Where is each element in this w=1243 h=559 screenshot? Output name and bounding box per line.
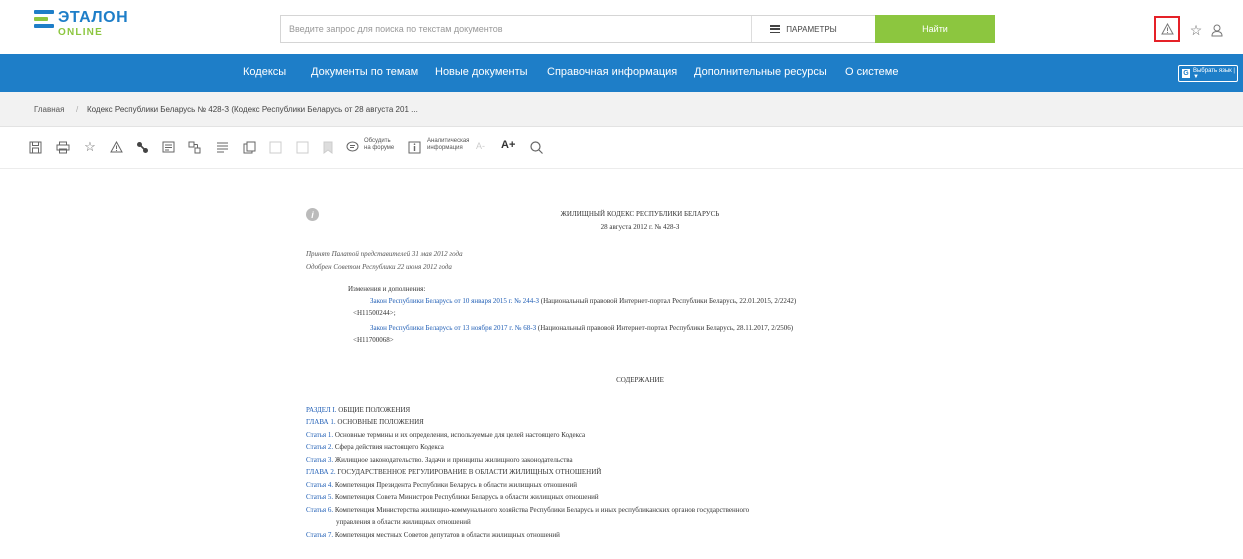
info-icon[interactable]: i [306,208,319,221]
warning-icon[interactable] [106,137,126,157]
main-nav: Кодексы Документы по темам Новые докумен… [0,54,1243,92]
warning-icon[interactable] [1154,16,1180,42]
toc-link[interactable]: РАЗДЕЛ I. [306,406,337,414]
toc-item: ГЛАВА 2. ГОСУДАРСТВЕННОЕ РЕГУЛИРОВАНИЕ В… [306,468,601,477]
nav-item-extra-resources[interactable]: Дополнительные ресурсы [694,66,827,78]
toc-text: Компетенция Президента Республики Белару… [333,481,578,489]
change-1: Закон Республики Беларусь от 10 января 2… [370,297,796,306]
change-1-text: (Национальный правовой Интернет-портал Р… [539,297,797,305]
language-selector[interactable]: G Выбрать язык | ▼ [1178,65,1238,82]
font-decrease-button: A- [476,141,485,151]
user-icon[interactable] [1206,19,1228,41]
search-icon[interactable] [526,137,546,157]
breadcrumb: Главная / Кодекс Республики Беларусь № 4… [0,92,1243,127]
nav-item-reference[interactable]: Справочная информация [547,66,677,78]
change-2-code: <H11700068> [353,336,394,344]
document-toolbar: ☆ Обсудить на форуме Аналитическая инфор… [0,127,1243,169]
nav-item-docs-by-topic[interactable]: Документы по темам [311,66,418,78]
toc-text: Жилищное законодательство. Задачи и прин… [333,456,573,464]
toc-item-continuation: управления в области жилищных отношений [336,518,471,526]
params-button[interactable]: ПАРАМЕТРЫ [751,16,855,42]
doc-title: ЖИЛИЩНЫЙ КОДЕКС РЕСПУБЛИКИ БЕЛАРУСЬ [560,210,720,218]
toc-link[interactable]: Статья 2. [306,443,333,451]
change-2-link[interactable]: Закон Республики Беларусь от 13 ноября 2… [370,324,536,332]
toc-text: ОБЩИЕ ПОЛОЖЕНИЯ [336,406,411,414]
logo-title: ЭТАЛОН [58,9,129,26]
toc-text: Компетенция Совета Министров Республики … [333,493,599,501]
forum-chat-icon[interactable] [342,137,362,157]
toc-item: Статья 1. Основные термины и их определе… [306,431,585,440]
nav-item-codes[interactable]: Кодексы [243,66,286,78]
change-1-code: <H11500244>; [353,309,396,317]
nav-item-new-docs[interactable]: Новые документы [435,66,528,78]
doc-adopted-line1: Принят Палатой представителей 31 мая 201… [306,250,463,258]
font-increase-button[interactable]: A+ [501,139,515,151]
toc-text: ГОСУДАРСТВЕННОЕ РЕГУЛИРОВАНИЕ В ОБЛАСТИ … [335,468,602,476]
contents-list-icon[interactable] [212,137,232,157]
etalon-logo[interactable]: ЭТАЛОН ONLINE [34,8,144,44]
forum-link[interactable]: Обсудить на форуме [364,138,394,152]
changes-header: Изменения и дополнения: [348,285,426,293]
doc-date-number: 28 августа 2012 г. № 428-З [600,223,680,231]
history-icon [292,137,312,157]
top-header: ЭТАЛОН ONLINE ПАРАМЕТРЫ Найти ☆ [0,0,1243,54]
toc-text: Сфера действия настоящего Кодекса [333,443,444,451]
toc-text: Компетенция Министерства жилищно-коммуна… [333,506,750,514]
nav-item-about[interactable]: О системе [845,66,898,78]
toc-item: Статья 5. Компетенция Совета Министров Р… [306,493,599,502]
logo-mark-icon [34,10,54,32]
change-1-link[interactable]: Закон Республики Беларусь от 10 января 2… [370,297,539,305]
toc-item: РАЗДЕЛ I. ОБЩИЕ ПОЛОЖЕНИЯ [306,406,410,415]
document-card-icon[interactable] [158,137,178,157]
toc-text: Основные термины и их определения, испол… [333,431,586,439]
compare-icon [265,137,285,157]
analytic-info-link[interactable]: Аналитическая информация [427,138,469,152]
star-icon[interactable]: ☆ [1185,19,1207,41]
toc-item: ГЛАВА 1. ОСНОВНЫЕ ПОЛОЖЕНИЯ [306,418,424,427]
save-icon[interactable] [25,137,45,157]
contents-title: СОДЕРЖАНИЕ [616,376,664,384]
toc-item: Статья 4. Компетенция Президента Республ… [306,481,577,490]
analytic-line2: информация [427,145,463,151]
toc-item: Статья 3. Жилищное законодательство. Зад… [306,456,573,465]
translate-icon: G [1182,69,1190,78]
change-2: Закон Республики Беларусь от 13 ноября 2… [370,324,793,333]
filter-icon [770,25,781,33]
toc-text: ОСНОВНЫЕ ПОЛОЖЕНИЯ [335,418,424,426]
params-label: ПАРАМЕТРЫ [786,24,837,34]
bookmark-star-icon[interactable]: ☆ [80,137,100,157]
find-button[interactable]: Найти [875,15,995,43]
breadcrumb-current: Кодекс Республики Беларусь № 428-З (Коде… [87,105,418,114]
toc-link[interactable]: Статья 3. [306,456,333,464]
forum-line1: Обсудить [364,138,391,144]
toc-item: Статья 7. Компетенция местных Советов де… [306,531,560,540]
print-icon[interactable] [53,137,73,157]
forum-line2: на форуме [364,145,395,151]
search-bar: ПАРАМЕТРЫ Найти [280,15,995,43]
breadcrumb-separator: / [76,105,79,114]
document-body: i ЖИЛИЩНЫЙ КОДЕКС РЕСПУБЛИКИ БЕЛАРУСЬ 28… [0,170,1243,559]
link-icon[interactable] [132,137,152,157]
toc-item: Статья 6. Компетенция Министерства жилищ… [306,506,749,515]
toc-link[interactable]: ГЛАВА 2. [306,468,336,476]
info-box-icon[interactable] [404,137,424,157]
toc-item: Статья 2. Сфера действия настоящего Коде… [306,443,444,452]
bookmark-icon [318,137,338,157]
language-label: Выбрать язык | ▼ [1192,67,1235,80]
toc-link[interactable]: Статья 6. [306,506,333,514]
toc-link[interactable]: Статья 4. [306,481,333,489]
copy-icon[interactable] [239,137,259,157]
toc-link[interactable]: ГЛАВА 1. [306,418,336,426]
toc-link[interactable]: Статья 5. [306,493,333,501]
analytic-line1: Аналитическая [427,138,470,144]
toc-link[interactable]: Статья 1. [306,431,333,439]
doc-adopted-line2: Одобрен Советом Республики 22 июня 2012 … [306,263,452,271]
logo-subtitle: ONLINE [58,27,103,38]
breadcrumb-home[interactable]: Главная [34,105,64,114]
toc-text: Компетенция местных Советов депутатов в … [333,531,560,539]
toc-link[interactable]: Статья 7. [306,531,333,539]
structure-icon[interactable] [184,137,204,157]
change-2-text: (Национальный правовой Интернет-портал Р… [536,324,794,332]
search-input[interactable] [281,16,749,42]
